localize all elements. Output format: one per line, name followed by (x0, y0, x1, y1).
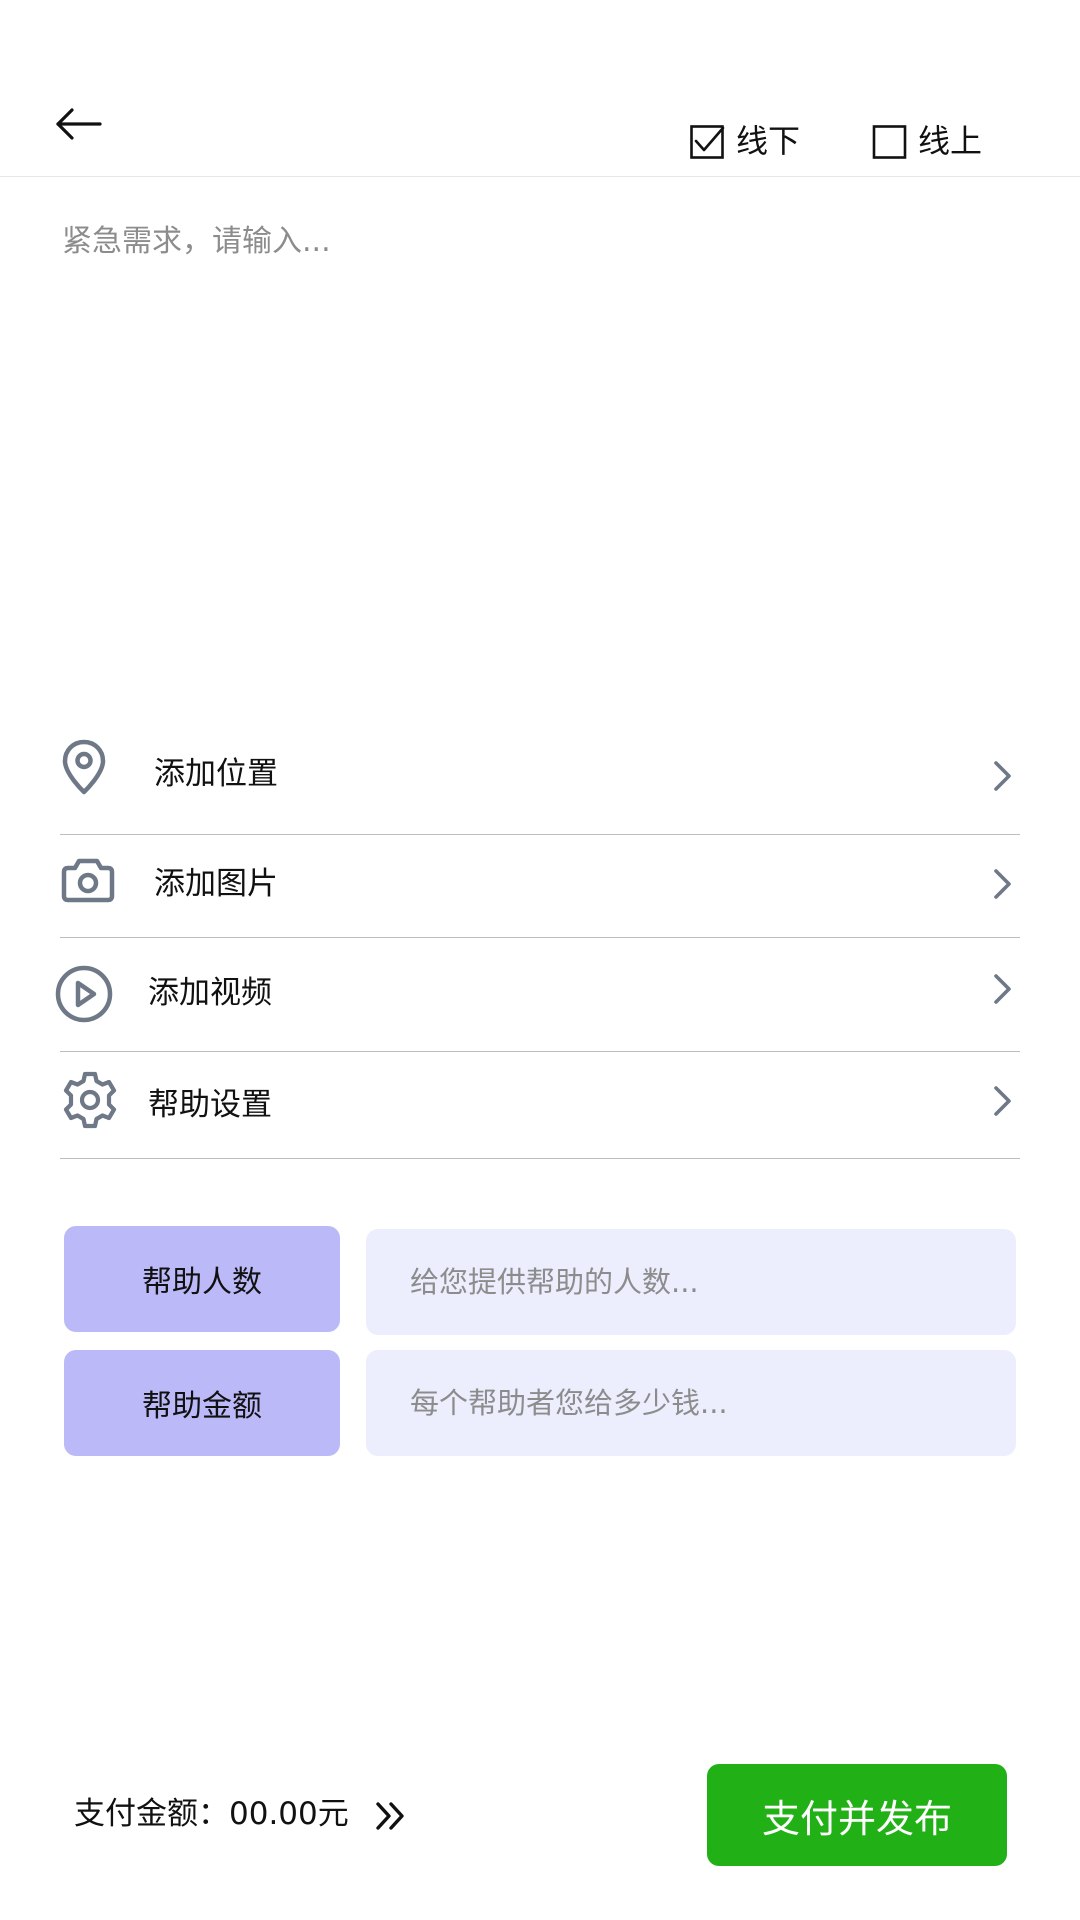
play-circle-icon (54, 964, 114, 1028)
checkbox-checked-icon[interactable] (690, 123, 726, 159)
camera-icon (60, 858, 116, 908)
chevron-right-icon (988, 864, 1016, 904)
mode-label-online: 线上 (918, 122, 983, 160)
gear-icon (60, 1070, 120, 1134)
mode-label-offline: 线下 (736, 122, 801, 160)
add-image-row[interactable]: 添加图片 (60, 836, 1020, 938)
checkbox-unchecked-icon[interactable] (872, 123, 908, 159)
urgent-request-input[interactable] (62, 220, 1022, 660)
mode-option-online[interactable]: 线上 (872, 116, 982, 166)
pay-and-publish-button[interactable]: 支付并发布 (707, 1764, 1007, 1866)
arrow-left-icon (52, 104, 124, 144)
chevron-right-icon (988, 756, 1016, 796)
add-video-label: 添加视频 (148, 975, 272, 1011)
chevron-right-icon (988, 1081, 1016, 1121)
help-amount-input[interactable] (366, 1350, 1016, 1456)
help-settings-row[interactable]: 帮助设置 (60, 1053, 1020, 1159)
mode-option-offline[interactable]: 线下 (690, 116, 800, 166)
help-people-label: 帮助人数 (64, 1226, 340, 1332)
add-video-row[interactable]: 添加视频 (55, 939, 1020, 1052)
add-location-row[interactable]: 添加位置 (60, 730, 1020, 835)
help-people-input[interactable] (366, 1229, 1016, 1335)
help-settings-label: 帮助设置 (148, 1087, 272, 1123)
location-pin-icon (60, 738, 108, 800)
top-bar: 线下 线上 (0, 0, 1080, 177)
add-location-label: 添加位置 (154, 756, 278, 792)
chevron-right-icon (988, 969, 1016, 1009)
add-image-label: 添加图片 (154, 866, 278, 902)
payment-amount-text: 支付金额：00.00元 (74, 1796, 349, 1832)
double-chevron-right-icon[interactable] (372, 1796, 412, 1836)
help-amount-label: 帮助金额 (64, 1350, 340, 1456)
back-button[interactable] (52, 104, 124, 160)
